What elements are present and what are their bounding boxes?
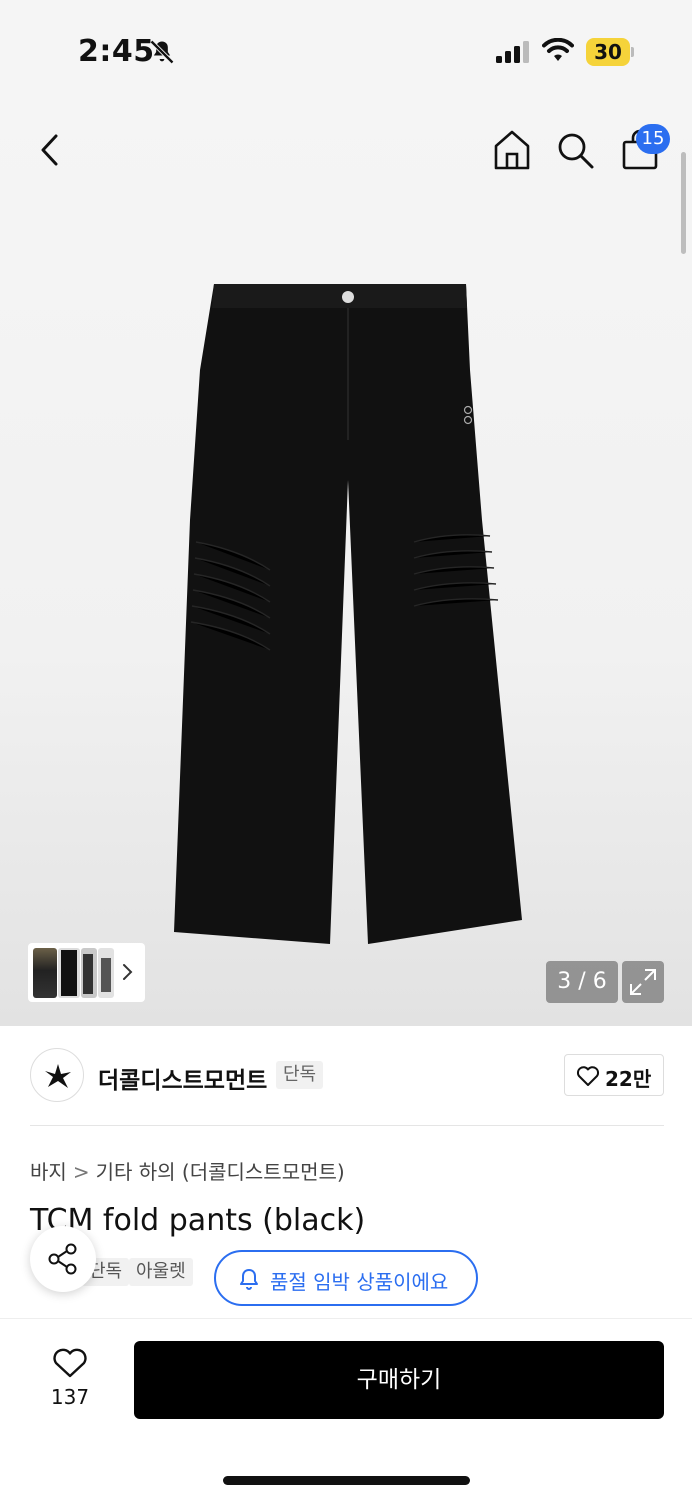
restock-alert-button[interactable]: 품절 임박 상품이에요 xyxy=(214,1250,478,1306)
chevron-right-icon[interactable] xyxy=(121,961,135,983)
brand-exclusive-badge: 단독 xyxy=(276,1061,324,1089)
tag-outlet: 아울렛 xyxy=(129,1258,193,1286)
thumbnail-3[interactable] xyxy=(81,948,97,998)
wishlist-button[interactable]: 137 xyxy=(40,1345,100,1415)
breadcrumb-subcategory[interactable]: 기타 하의 (더콜디스트모먼트) xyxy=(96,1160,345,1184)
brand-like-count: 22만 xyxy=(605,1067,652,1091)
expand-button[interactable] xyxy=(622,961,664,1003)
buy-button[interactable]: 구매하기 xyxy=(134,1341,664,1419)
bell-icon xyxy=(240,1269,258,1290)
heart-icon xyxy=(576,1066,600,1086)
share-button[interactable] xyxy=(30,1226,96,1292)
brand-name[interactable]: 더콜디스트모먼트 xyxy=(98,1061,267,1095)
search-icon[interactable] xyxy=(555,130,595,170)
cart-count-badge: 15 xyxy=(636,124,670,154)
breadcrumb-category[interactable]: 바지 xyxy=(30,1160,67,1184)
product-image-pants xyxy=(174,284,522,944)
brand-logo[interactable] xyxy=(30,1048,84,1102)
restock-alert-label: 품절 임박 상품이에요 xyxy=(270,1270,449,1294)
thumbnail-strip[interactable] xyxy=(28,943,145,1002)
home-icon[interactable] xyxy=(492,128,532,172)
status-bar: 2:45 30 xyxy=(0,0,692,100)
home-indicator[interactable] xyxy=(223,1476,470,1485)
wishlist-count: 137 xyxy=(50,1385,90,1409)
battery-icon: 30 xyxy=(586,38,634,66)
star-logo-icon xyxy=(45,1064,71,1088)
thumbnail-1[interactable] xyxy=(33,948,57,998)
wifi-icon xyxy=(542,38,574,61)
share-icon xyxy=(48,1243,77,1275)
thumbnail-2[interactable] xyxy=(58,948,80,998)
status-time: 2:45 xyxy=(78,34,155,69)
breadcrumb: 바지 > 기타 하의 (더콜디스트모먼트) xyxy=(30,1156,345,1185)
heart-icon xyxy=(53,1348,87,1378)
battery-level: 30 xyxy=(594,40,622,64)
scrollbar[interactable] xyxy=(681,152,686,254)
bell-slash-icon xyxy=(150,40,174,64)
thumbnail-4[interactable] xyxy=(98,948,114,998)
signal-icon xyxy=(496,41,529,63)
back-chevron-icon[interactable] xyxy=(34,130,68,170)
breadcrumb-separator: > xyxy=(72,1160,90,1184)
expand-icon xyxy=(630,969,656,995)
brand-like-button[interactable]: 22만 xyxy=(564,1054,664,1096)
divider xyxy=(30,1125,664,1126)
image-counter: 3 / 6 xyxy=(546,961,618,1003)
